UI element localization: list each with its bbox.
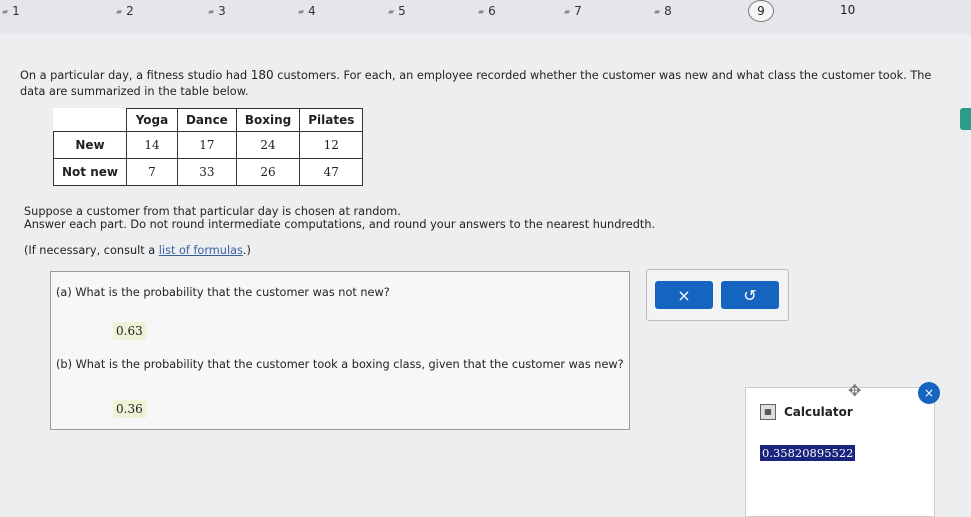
answer-b-input[interactable]: 0.36	[113, 400, 146, 418]
nav-item-1[interactable]: ▰ 1	[2, 0, 20, 22]
nav-item-8[interactable]: ▰ 8	[654, 0, 672, 22]
table-header-row: Yoga Dance Boxing Pilates	[54, 108, 364, 132]
move-handle-icon[interactable]: ✥	[848, 381, 861, 400]
answer-tools: × ↺	[646, 269, 789, 321]
data-table: Yoga Dance Boxing Pilates New 14 17 24 1…	[53, 108, 364, 186]
answer-a-input[interactable]: 0.63	[113, 322, 146, 340]
nav-item-2[interactable]: ▰ 2	[116, 0, 134, 22]
table-row: New 14 17 24 12	[53, 131, 364, 159]
nav-item-5[interactable]: ▰ 5	[388, 0, 406, 22]
nav-item-3[interactable]: ▰ 3	[208, 0, 226, 22]
answer-area: (a) What is the probability that the cus…	[50, 271, 630, 430]
table-cell: 7	[125, 158, 178, 186]
undo-button[interactable]: ↺	[721, 281, 779, 309]
table-cell: 24	[235, 131, 301, 159]
nav-item-10[interactable]: 10	[840, 0, 855, 20]
question-b: (b) What is the probability that the cus…	[56, 358, 624, 371]
calculator-icon: ▦	[760, 404, 776, 420]
problem-intro: On a particular day, a fitness studio ha…	[20, 68, 932, 98]
flag-icon: ▰	[298, 6, 305, 16]
table-cell: 17	[176, 131, 237, 159]
flag-icon: ▰	[654, 6, 661, 16]
calculator-panel: ▦ Calculator 0.35820895522	[745, 387, 935, 517]
row-header: New	[53, 131, 127, 159]
nav-item-6[interactable]: ▰ 6	[478, 0, 496, 22]
nav-item-7[interactable]: ▰ 7	[564, 0, 582, 22]
flag-icon: ▰	[116, 6, 123, 16]
formula-note: (If necessary, consult a list of formula…	[24, 244, 251, 257]
question-nav: ▰ 1 ▰ 2 ▰ 3 ▰ 4 ▰ 5 ▰ 6 ▰ 7 ▰ 8 9 10	[0, 0, 971, 34]
col-header: Boxing	[235, 108, 301, 132]
col-header: Pilates	[299, 108, 364, 132]
flag-icon: ▰	[208, 6, 215, 16]
table-row: Not new 7 33 26 47	[53, 158, 364, 186]
calculator-close-button[interactable]: ×	[918, 382, 940, 404]
formula-list-link[interactable]: list of formulas	[159, 244, 243, 257]
question-a: (a) What is the probability that the cus…	[56, 286, 390, 299]
table-cell: 26	[235, 158, 301, 186]
col-header: Dance	[176, 108, 237, 132]
col-header: Yoga	[125, 108, 178, 132]
flag-icon: ▰	[564, 6, 571, 16]
nav-item-9-current[interactable]: 9	[748, 0, 774, 22]
instructions: Suppose a customer from that particular …	[24, 205, 656, 231]
table-cell: 33	[176, 158, 237, 186]
flag-icon: ▰	[2, 6, 9, 16]
flag-icon: ▰	[478, 6, 485, 16]
side-panel-tab[interactable]	[960, 108, 971, 130]
flag-icon: ▰	[388, 6, 395, 16]
calculator-display[interactable]: 0.35820895522	[760, 445, 856, 461]
clear-button[interactable]: ×	[655, 281, 713, 309]
nav-item-4[interactable]: ▰ 4	[298, 0, 316, 22]
calculator-header: ▦ Calculator	[760, 404, 853, 420]
table-cell: 14	[125, 131, 178, 159]
row-header: Not new	[53, 158, 127, 186]
table-cell: 47	[299, 158, 364, 186]
customer-count: 180	[250, 68, 274, 82]
table-corner	[54, 109, 127, 132]
table-cell: 12	[299, 131, 364, 159]
